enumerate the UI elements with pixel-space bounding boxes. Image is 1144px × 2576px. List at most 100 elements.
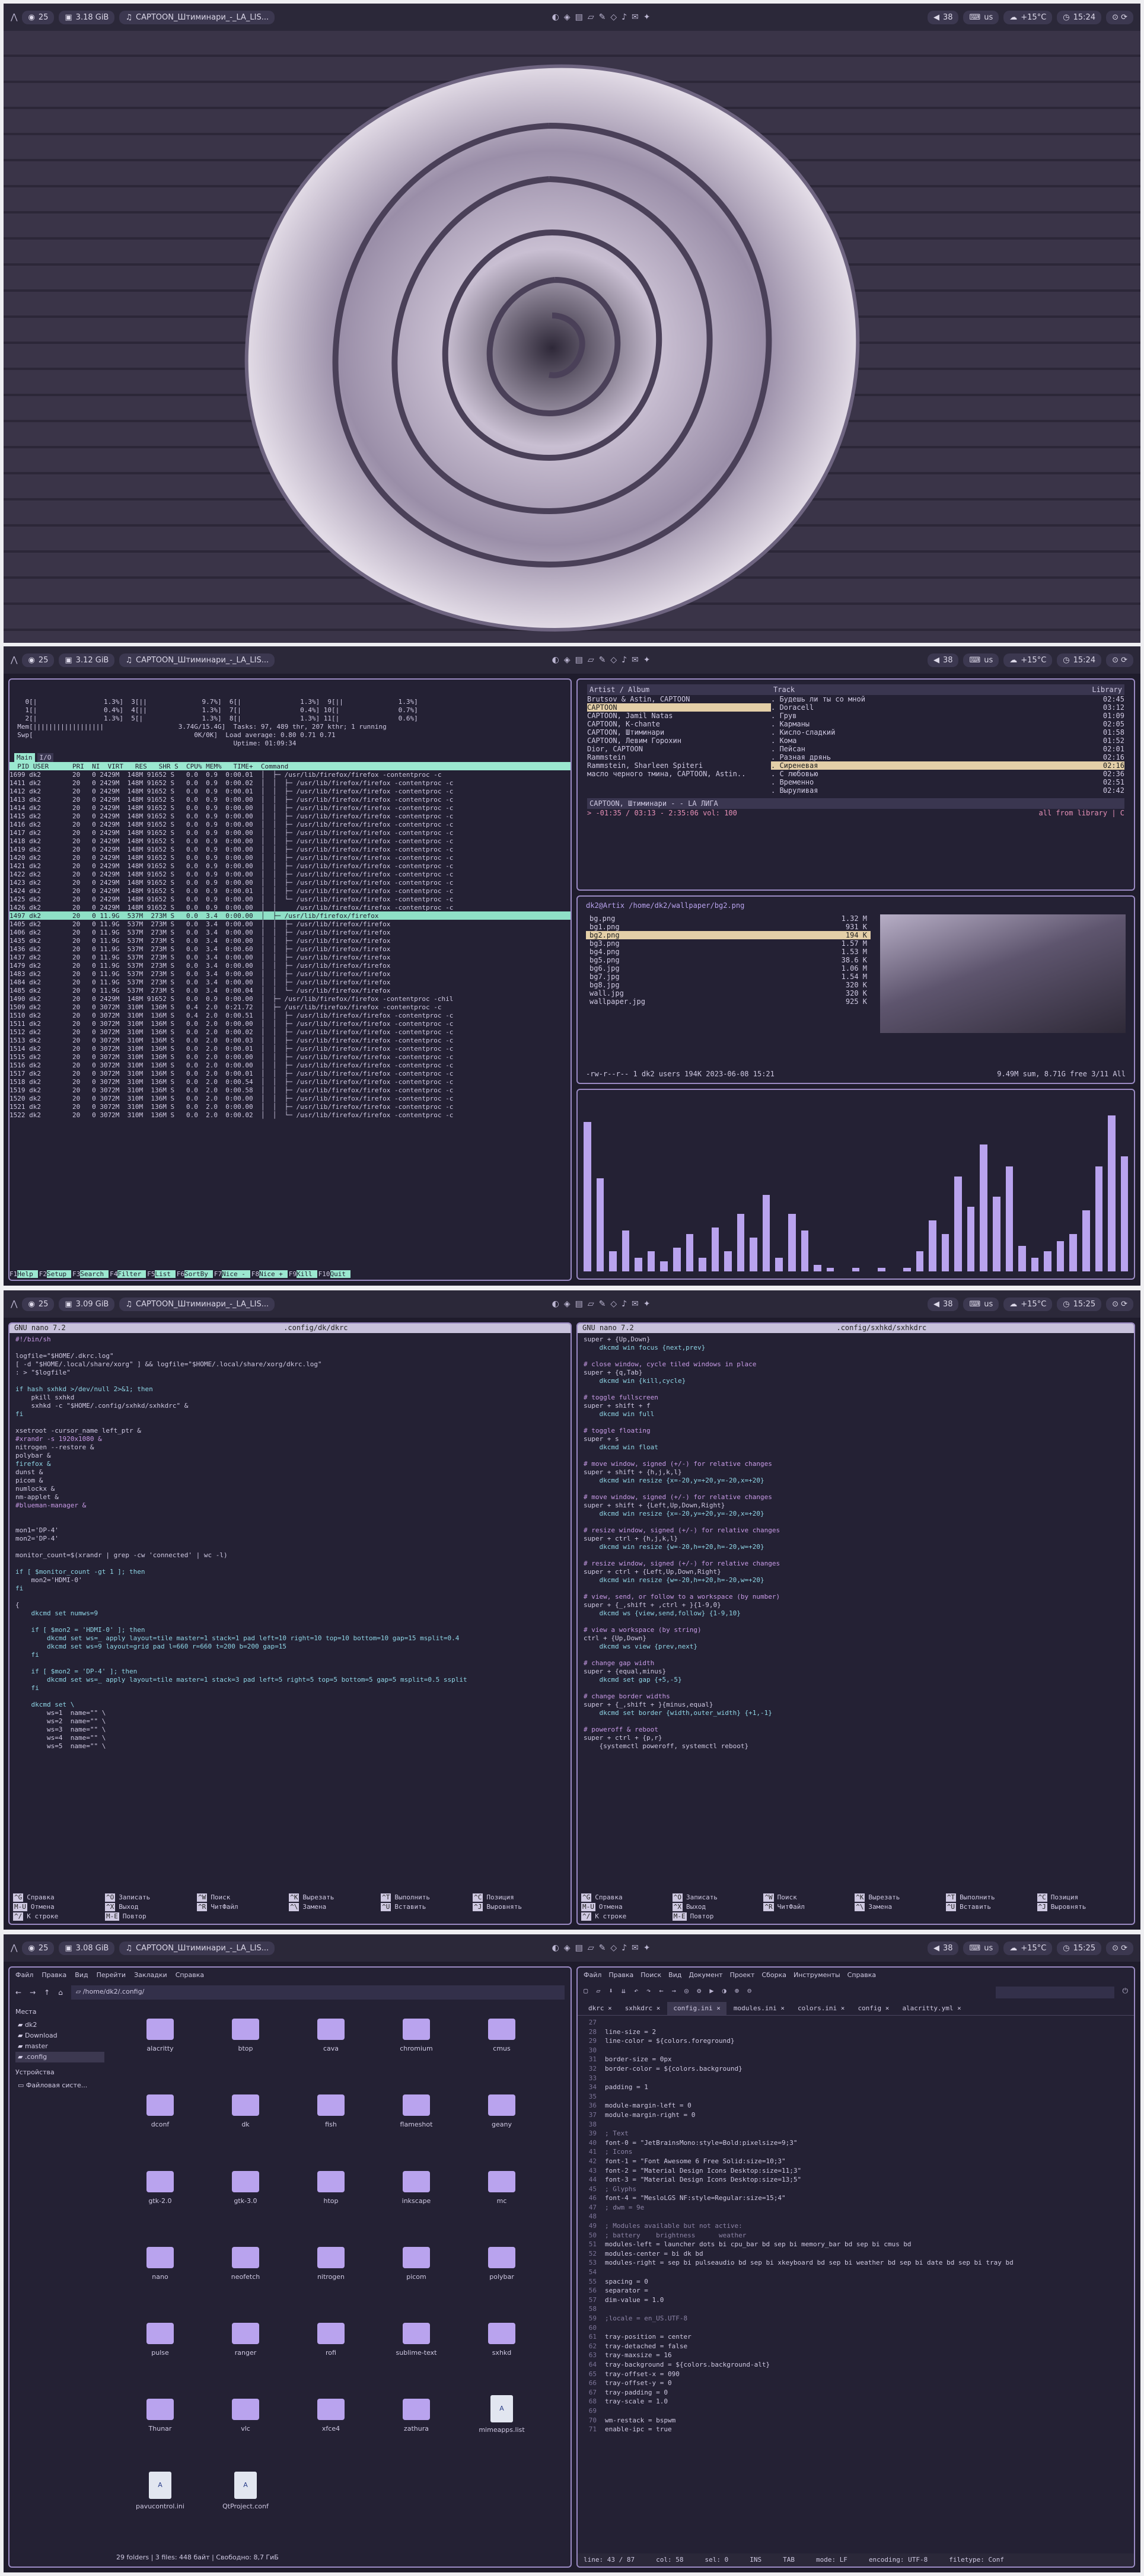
browser-icon[interactable]: ◈ bbox=[564, 12, 571, 22]
fm-item[interactable]: flameshot bbox=[375, 2084, 458, 2148]
nano-dkrc-window[interactable]: GNU nano 7.2 .config/dk/dkrc #!/bin/sh log… bbox=[8, 1322, 572, 1925]
tray-pill[interactable]: ⊙ ⟳ bbox=[1106, 1941, 1134, 1955]
list-item[interactable]: Dior, CAPTOON bbox=[587, 745, 771, 753]
nano-text-area[interactable]: #!/bin/sh logfile="$HOME/.dkrc.log"[ -d "… bbox=[9, 1333, 571, 1753]
back-icon[interactable]: ← bbox=[15, 1988, 21, 1997]
browser-icon[interactable]: ◈ bbox=[564, 655, 571, 665]
headphones-icon[interactable]: ♪ bbox=[622, 655, 627, 665]
list-item[interactable]: wall.jpg 320 K bbox=[586, 989, 871, 997]
fm-item[interactable]: cava bbox=[289, 2008, 372, 2072]
terminal-icon[interactable]: ▤ bbox=[575, 1299, 583, 1309]
launcher-icon[interactable]: ⋀ bbox=[11, 12, 17, 22]
dk-icon[interactable]: ◐ bbox=[552, 1943, 559, 1953]
fm-item[interactable]: vlc bbox=[204, 2388, 287, 2452]
table-row[interactable]: 1490 dk2 20 0 2429M 148M 91652 S 0.0 0.9… bbox=[9, 994, 571, 1003]
list-item[interactable]: . Сиреневая 02:16 bbox=[771, 761, 1124, 770]
htop-footer-key[interactable]: F1Help bbox=[9, 1270, 38, 1279]
launcher-icon[interactable]: ⋀ bbox=[11, 1299, 17, 1309]
fm-item[interactable]: xfce4 bbox=[289, 2388, 372, 2452]
table-row[interactable]: 1518 dk2 20 0 3072M 310M 136M S 0.0 2.0 … bbox=[9, 1077, 571, 1086]
close-icon[interactable]: × bbox=[604, 2004, 612, 2012]
workspace-pill[interactable]: ◉ 25 bbox=[22, 10, 55, 24]
build-icon[interactable]: ⚙ bbox=[697, 1987, 701, 1998]
dk-icon[interactable]: ◐ bbox=[552, 1299, 559, 1309]
table-row[interactable]: 1423 dk2 20 0 2429M 148M 91652 S 0.0 0.9… bbox=[9, 878, 571, 887]
editor-tab[interactable]: dkrc × bbox=[582, 2002, 618, 2015]
keyboard-pill[interactable]: ⌨ us bbox=[963, 1297, 999, 1311]
artist-list[interactable]: Brutsov & Astin, CAPTOON CAPTOON CAPTOON, … bbox=[587, 695, 771, 795]
close-icon[interactable]: × bbox=[954, 2004, 961, 2012]
list-item[interactable]: bg3.png 1.57 M bbox=[586, 939, 871, 948]
media-pill[interactable]: ♫ CAPTOON_Штиминари_-_LA_LIS... bbox=[119, 1941, 275, 1955]
htop-window[interactable]: 0[| 1.3%] 3[|| 9.7%] 6[| 1.3%] 9[|| 1.3%… bbox=[8, 678, 572, 1281]
code-icon[interactable]: ◇ bbox=[610, 12, 617, 22]
media-pill[interactable]: ♫ CAPTOON_Штиминари_-_LA_LIS... bbox=[119, 1297, 275, 1311]
launcher-icon[interactable]: ⋀ bbox=[11, 655, 17, 665]
sidebar-item[interactable]: ▰ master bbox=[15, 2041, 104, 2052]
volume-pill[interactable]: ◀ 38 bbox=[927, 1297, 959, 1311]
list-item[interactable]: . Разная дрянь 02:16 bbox=[771, 753, 1124, 761]
list-item[interactable]: . Грув 01:09 bbox=[771, 712, 1124, 720]
fm-item[interactable]: zathura bbox=[375, 2388, 458, 2452]
table-row[interactable]: 1418 dk2 20 0 2429M 148M 91652 S 0.0 0.9… bbox=[9, 837, 571, 845]
menu-item[interactable]: Вид bbox=[75, 1971, 88, 1979]
headphones-icon[interactable]: ♪ bbox=[622, 1299, 627, 1309]
table-row[interactable]: 1421 dk2 20 0 2429M 148M 91652 S 0.0 0.9… bbox=[9, 862, 571, 870]
menu-item[interactable]: Поиск bbox=[640, 1971, 661, 1979]
table-row[interactable]: 1424 dk2 20 0 2429M 148M 91652 S 0.0 0.9… bbox=[9, 887, 571, 895]
folder-icon[interactable]: ▱ bbox=[588, 655, 594, 665]
menu-item[interactable]: Файл bbox=[15, 1971, 33, 1979]
fm-item[interactable]: neofetch bbox=[204, 2236, 287, 2300]
keyboard-pill[interactable]: ⌨ us bbox=[963, 10, 999, 24]
file-manager-window[interactable]: Файл Правка Вид Перейти Закладки Справка ← → ↑ ⌂… bbox=[8, 1966, 572, 2568]
list-item[interactable]: . Пейсан 02:01 bbox=[771, 745, 1124, 753]
list-item[interactable]: bg5.png 38.6 K bbox=[586, 956, 871, 964]
fm-item[interactable]: sxhkd bbox=[460, 2312, 543, 2376]
edit-icon[interactable]: ✎ bbox=[599, 1299, 606, 1309]
table-row[interactable]: 1485 dk2 20 0 11.9G 537M 273M S 0.0 3.4 … bbox=[9, 986, 571, 994]
fm-item[interactable]: htop bbox=[289, 2160, 372, 2224]
list-item[interactable]: Brutsov & Astin, CAPTOON bbox=[587, 695, 771, 703]
htop-footer-key[interactable]: F9Kill bbox=[289, 1270, 317, 1279]
volume-pill[interactable]: ◀ 38 bbox=[927, 653, 959, 667]
track-list[interactable]: . Будешь ли ты со мной 02:45 . Doracell 03:… bbox=[771, 695, 1124, 795]
up-icon[interactable]: ↑ bbox=[44, 1988, 50, 1997]
table-row[interactable]: 1436 dk2 20 0 11.9G 537M 273M S 0.0 3.4 … bbox=[9, 945, 571, 953]
headphones-icon[interactable]: ♪ bbox=[622, 1943, 627, 1953]
editor-tab[interactable]: config.ini × bbox=[667, 2002, 726, 2015]
htop-footer-key[interactable]: F8Nice + bbox=[251, 1270, 288, 1279]
headphones-icon[interactable]: ♪ bbox=[622, 12, 627, 22]
menu-item[interactable]: Справка bbox=[847, 1971, 876, 1979]
quit-icon[interactable]: ⏻ bbox=[1123, 1987, 1129, 1998]
fm-item[interactable]: gtk-2.0 bbox=[119, 2160, 202, 2224]
menu-item[interactable]: Файл bbox=[584, 1971, 601, 1979]
tools-icon[interactable]: ✦ bbox=[643, 655, 651, 665]
terminal-icon[interactable]: ▤ bbox=[575, 655, 583, 665]
dk-icon[interactable]: ◐ bbox=[552, 12, 559, 22]
fm-item[interactable]: inkscape bbox=[375, 2160, 458, 2224]
fm-item[interactable]: Amimeapps.list bbox=[460, 2388, 543, 2452]
sidebar-item[interactable]: ▭ Файловая систе... bbox=[15, 2080, 104, 2091]
list-item[interactable]: bg4.png 1.53 M bbox=[586, 948, 871, 956]
terminal-icon[interactable]: ▤ bbox=[575, 1943, 583, 1953]
zoom-in-icon[interactable]: ⊕ bbox=[735, 1987, 739, 1998]
editor-tabs[interactable]: dkrc × sxhkdrc × config.ini × modules.ini ×… bbox=[578, 2002, 1134, 2016]
save-all-icon[interactable]: ⇊ bbox=[622, 1987, 626, 1998]
table-row[interactable]: 1426 dk2 20 0 2429M 148M 91652 S 0.0 0.9… bbox=[9, 903, 571, 911]
fm-item[interactable]: Apavucontrol.ini bbox=[119, 2465, 202, 2529]
forward-icon[interactable]: → bbox=[672, 1987, 676, 1998]
workspace-pill[interactable]: ◉ 25 bbox=[22, 1941, 55, 1955]
chat-icon[interactable]: ✉ bbox=[632, 655, 639, 665]
color-icon[interactable]: ◑ bbox=[722, 1987, 726, 1998]
terminal-icon[interactable]: ▤ bbox=[575, 12, 583, 22]
save-icon[interactable]: ⬇ bbox=[608, 1987, 613, 1998]
volume-pill[interactable]: ◀ 38 bbox=[927, 1941, 959, 1955]
table-row[interactable]: 1514 dk2 20 0 3072M 310M 136M S 0.0 2.0 … bbox=[9, 1044, 571, 1053]
list-item[interactable]: Rammstein, Sharleen Spiteri bbox=[587, 761, 771, 770]
table-row[interactable]: 1521 dk2 20 0 3072M 310M 136M S 0.0 2.0 … bbox=[9, 1102, 571, 1111]
menu-item[interactable]: Сборка bbox=[761, 1971, 786, 1979]
menu-item[interactable]: Правка bbox=[42, 1971, 66, 1979]
tools-icon[interactable]: ✦ bbox=[643, 12, 651, 22]
list-item[interactable]: CAPTOON, K-chante bbox=[587, 720, 771, 728]
edit-icon[interactable]: ✎ bbox=[599, 655, 606, 665]
